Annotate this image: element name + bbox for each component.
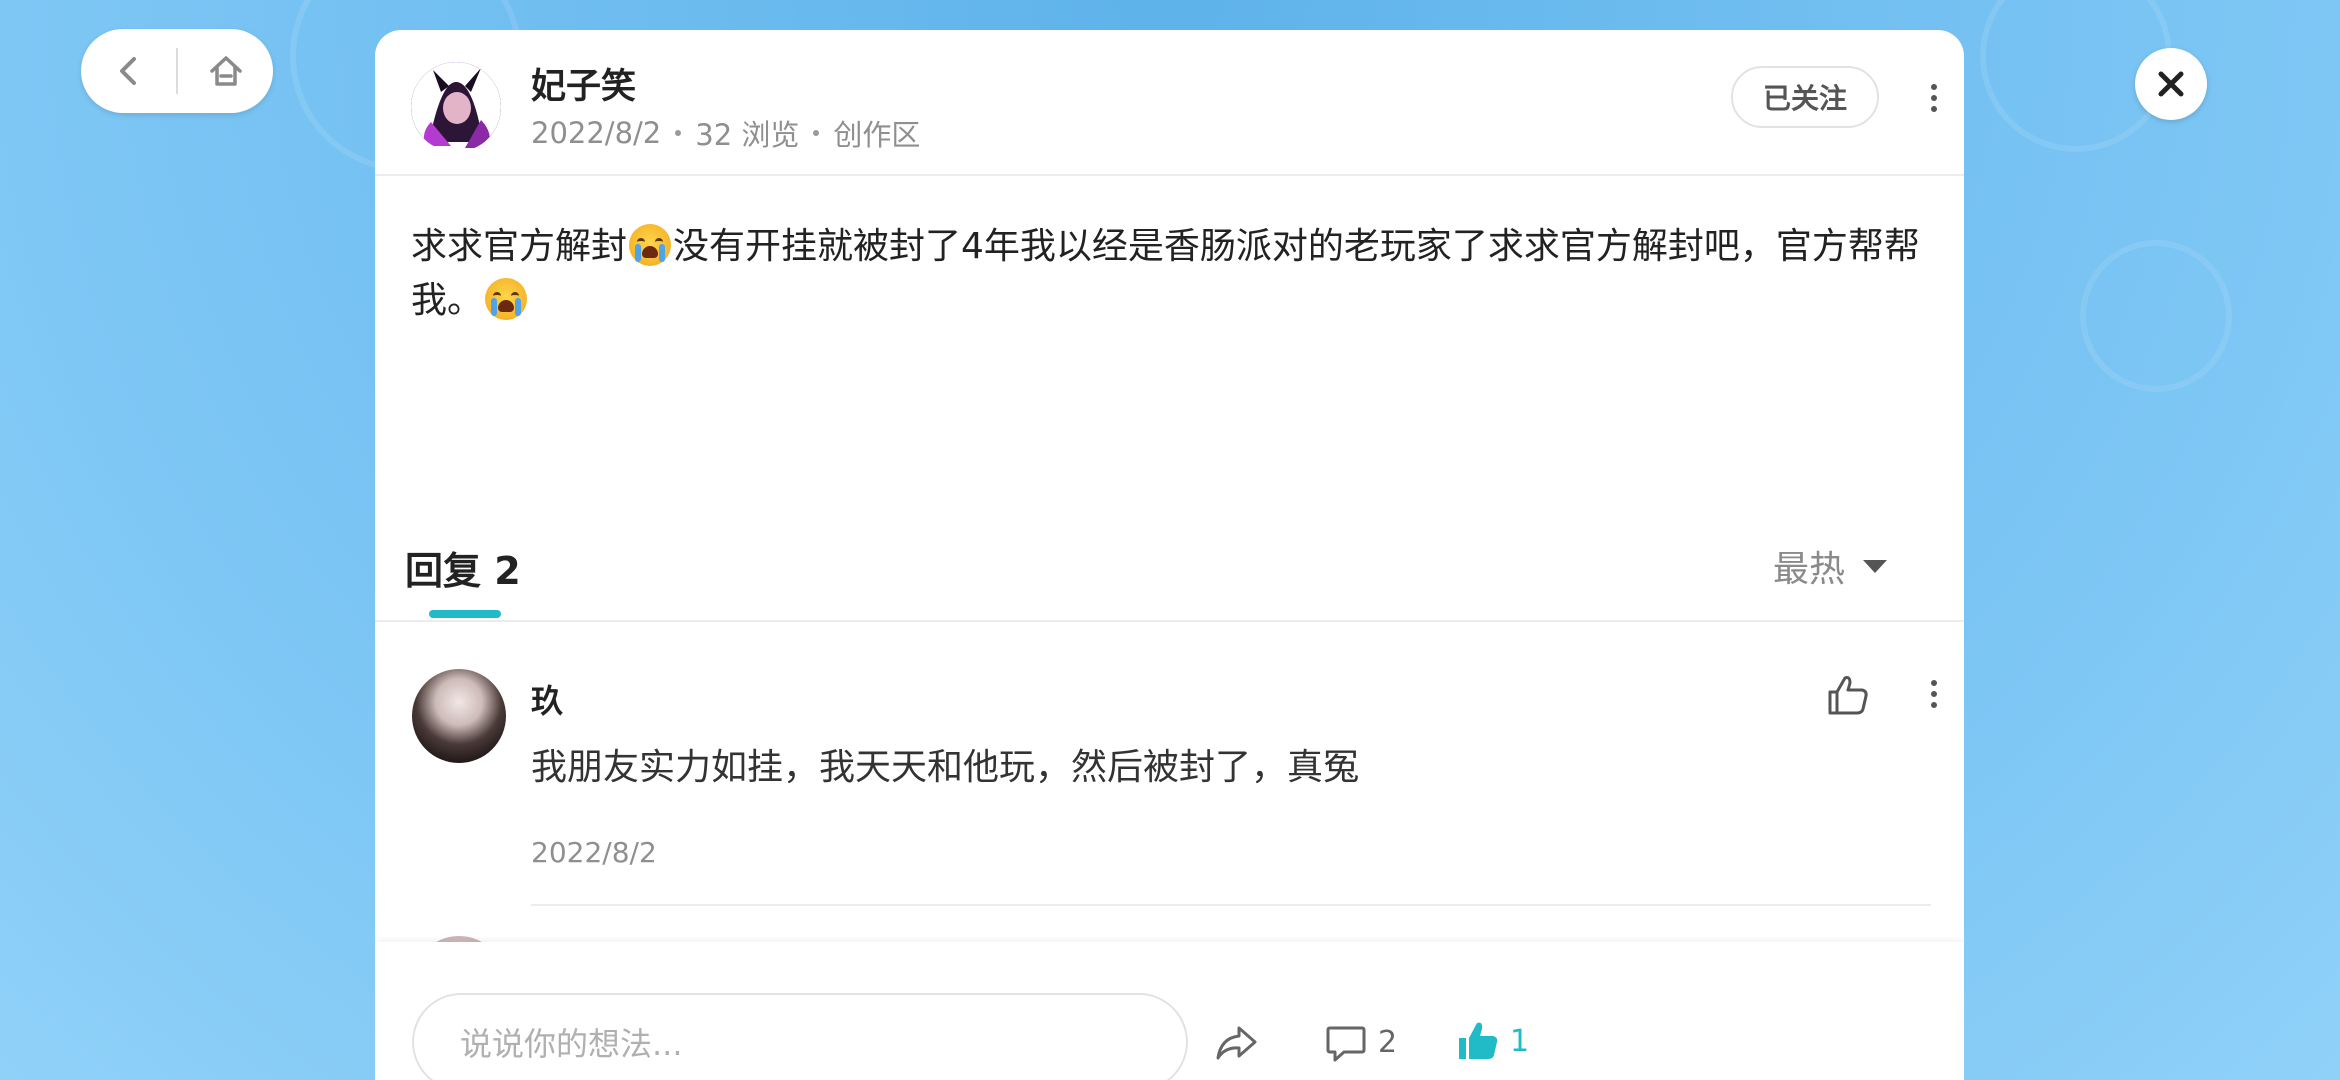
post-date: 2022/8/2	[531, 116, 662, 150]
comment-input[interactable]: 说说你的想法...	[412, 993, 1188, 1080]
commenter-name[interactable]: 玖	[531, 676, 563, 722]
post-card: 妃子笑 2022/8/2 32 浏览 创作区 已关注 求求官方解封 没有开挂就被封…	[375, 30, 1964, 1080]
home-icon	[209, 56, 242, 86]
post-header: 妃子笑 2022/8/2 32 浏览 创作区 已关注	[375, 30, 1964, 174]
crying-face-icon	[629, 224, 672, 266]
comment-date: 2022/8/2	[531, 836, 657, 869]
comment-icon	[1326, 1026, 1366, 1062]
back-button[interactable]	[81, 29, 176, 113]
share-button[interactable]	[1213, 1020, 1259, 1066]
close-button[interactable]	[2135, 48, 2207, 120]
follow-button[interactable]: 已关注	[1731, 66, 1879, 128]
replies-divider	[375, 620, 1964, 622]
close-icon	[2158, 71, 2184, 97]
caret-down-icon	[1863, 559, 1888, 573]
sort-label: 最热	[1773, 549, 1846, 590]
thumbs-up-icon	[1828, 676, 1868, 715]
share-icon	[1216, 1026, 1257, 1060]
thumbs-up-filled-icon	[1459, 1022, 1498, 1059]
comment-count: 2	[1378, 1024, 1398, 1060]
post-body: 求求官方解封 没有开挂就被封了4年我以经是香肠派对的老玩家了求求官方解封吧，官方帮…	[411, 220, 1931, 328]
chevron-left-icon	[119, 57, 136, 85]
comment-divider	[531, 904, 1931, 906]
sort-dropdown[interactable]: 最热	[1773, 540, 1888, 592]
like-count: 1	[1510, 1023, 1530, 1059]
comment-count-button[interactable]: 2	[1324, 1020, 1397, 1064]
author-avatar[interactable]	[411, 62, 501, 152]
comment-text: 我朋友实力如挂，我天天和他玩，然后被封了，真冤	[531, 747, 1360, 788]
commenter-avatar[interactable]	[412, 669, 506, 763]
home-button[interactable]	[178, 29, 273, 113]
header-divider	[375, 174, 1964, 176]
avatar-image	[411, 62, 501, 152]
post-more-button[interactable]	[1919, 78, 1949, 118]
more-icon	[1931, 84, 1937, 90]
author-name[interactable]: 妃子笑	[531, 58, 636, 109]
post-meta: 2022/8/2 32 浏览 创作区	[531, 112, 920, 154]
post-like-button[interactable]: 1	[1454, 1018, 1529, 1064]
nav-capsule	[81, 29, 273, 113]
comment-more-button[interactable]	[1919, 674, 1949, 714]
more-icon	[1931, 680, 1937, 686]
replies-tab-indicator	[429, 610, 501, 618]
bottom-action-bar: 说说你的想法... 2 1	[375, 942, 1964, 1080]
separator-dot	[813, 130, 820, 136]
separator-dot	[675, 130, 682, 136]
crying-face-icon	[485, 278, 528, 320]
replies-tab[interactable]: 回复 2	[405, 540, 521, 595]
comment-like-button[interactable]	[1822, 670, 1872, 720]
post-body-text-1: 求求官方解封	[411, 226, 628, 267]
post-views: 32 浏览	[695, 118, 800, 152]
post-section[interactable]: 创作区	[833, 112, 920, 154]
background-decoration	[2080, 240, 2232, 392]
